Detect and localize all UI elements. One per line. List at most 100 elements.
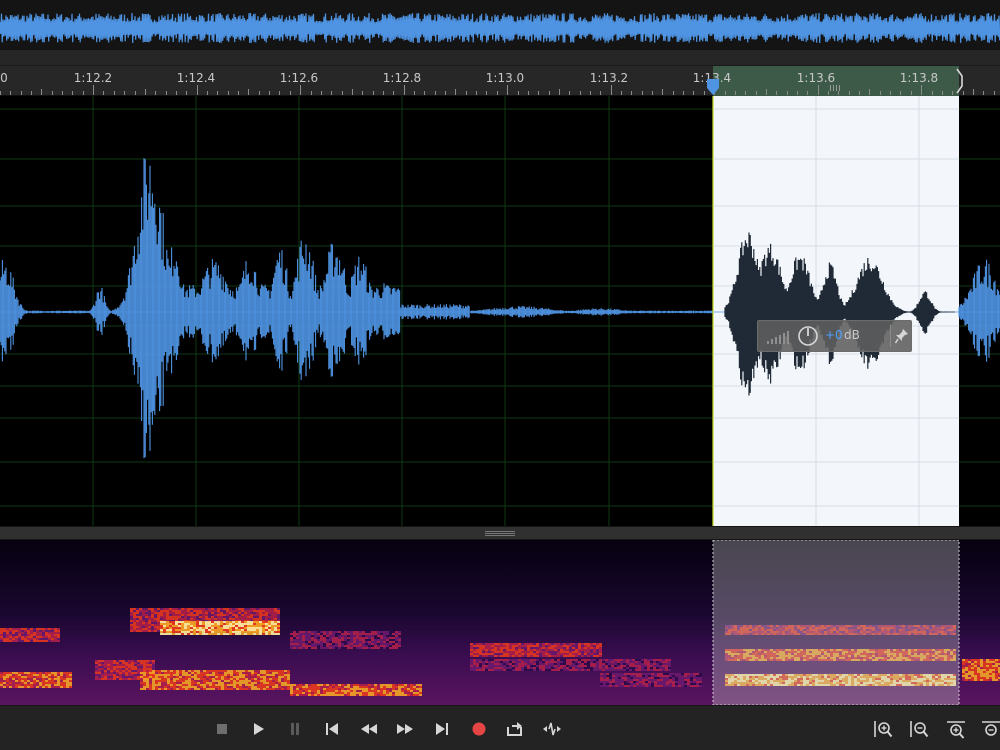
spectrogram-cell [687,681,690,683]
spectrogram-cell [95,660,98,662]
spectrogram-cell [302,643,305,645]
spectrogram-cell [175,621,178,623]
spectrogram-cell [223,616,226,618]
spectrogram-cell [515,647,518,649]
spectrogram-cell [335,686,338,688]
spectrogram-cell [656,665,659,667]
spectrogram-cell [107,672,110,674]
spectrogram-cell [377,645,380,647]
gain-knob-icon[interactable] [797,325,819,347]
spectrogram-cell [169,618,172,620]
spectrogram-cell [554,653,557,655]
spectrogram-cell [314,690,317,692]
spectrogram-cell [181,610,184,612]
spectrogram-cell [341,639,344,641]
spectrogram-cell [626,665,629,667]
spectrogram-cell [238,614,241,616]
spectrogram-cell [650,669,653,671]
spectrogram-cell [137,668,140,670]
spectrogram-cell [494,649,497,651]
spectrogram-cell [485,647,488,649]
spectrogram-cell [199,633,202,635]
ruler-tick [103,91,104,95]
spectrogram-cell [383,684,386,686]
spectrogram-cell [113,678,116,680]
overview-waveform-panel[interactable] [0,0,1000,50]
spectrogram-cell [33,638,36,640]
spectrogram-cell [48,636,51,638]
spectrogram-cell [227,676,230,678]
spectrogram-cell [21,628,24,630]
spectrogram-cell [244,618,247,620]
time-ruler[interactable]: 0 1:12.2 1:12.4 1:12.6 1:12.8 1:13.0 1:13.2 1:1… [0,66,1000,96]
gain-value[interactable]: +0 [825,328,843,342]
spectrogram-cell [143,670,146,672]
spectrogram-cell [590,661,593,663]
spectrogram-cell [617,661,620,663]
pin-icon[interactable] [895,328,909,344]
spectrogram-cell [63,676,66,678]
spectrogram-cell [614,659,617,661]
spectrogram-cell [621,677,624,679]
spectrogram-cell [60,678,63,680]
spectrogram-cell [172,623,175,625]
spectrogram-cell [98,664,101,666]
spectrogram-cell [218,688,221,690]
overview-scrollbar[interactable] [0,50,1000,66]
spectrogram-cell [632,661,635,663]
gain-hud[interactable]: +0 dB [757,320,912,352]
spectrogram-cell [654,679,657,681]
spectrogram-cell [542,643,545,645]
spectrogram-cell [281,686,284,688]
spectrogram-cell [151,616,154,618]
playhead-marker-icon[interactable] [705,78,721,96]
spectrogram-cell [187,633,190,635]
spectrogram-view[interactable] [0,540,1000,705]
spectrogram-cell [542,649,545,651]
spectrogram-cell [281,684,284,686]
spectrogram-cell [545,667,548,669]
spectrogram-cell [24,676,27,678]
spectrogram-cell [359,631,362,633]
spectrogram-cell [110,674,113,676]
spectrogram-cell [554,643,557,645]
spectrogram-cell [233,678,236,680]
spectrogram-cell [557,669,560,671]
spectrogram-cell [259,610,262,612]
spectrogram-cell [398,633,401,635]
spectrogram-cell [211,612,214,614]
waveform-editor[interactable]: +0 dB [0,96,1000,526]
spectrogram-cell [320,647,323,649]
spectrogram-cell [645,681,648,683]
spectrogram-cell [506,655,509,657]
spectrogram-cell [136,624,139,626]
spectrogram-cell [278,680,281,682]
spectrogram-cell [515,653,518,655]
panel-splitter[interactable] [0,526,1000,540]
spectrogram-cell [18,630,21,632]
spectrogram-cell [662,665,665,667]
spectrogram-cell [167,674,170,676]
spectrogram-cell [344,686,347,688]
spectrogram-cell [200,678,203,680]
spectrogram-cell [60,686,63,688]
spectrogram-cell [128,668,131,670]
spectrogram-cell [332,633,335,635]
spectrogram-cell [202,623,205,625]
spectrogram-cell [145,616,148,618]
spectrogram-cell [563,649,566,651]
spectrogram-cell [675,681,678,683]
spectrogram-cell [527,663,530,665]
spectrogram-cell [971,675,974,677]
spectrogram-cell [224,688,227,690]
spectrogram-cell [359,641,362,643]
selection-end-handle-icon[interactable] [956,68,964,94]
overview-waveform[interactable] [0,12,1000,44]
spectrogram-cell [166,623,169,625]
spectrogram-cell [227,674,230,676]
spectrogram-cell [245,682,248,684]
waveform-view[interactable] [0,96,1000,526]
spectrogram-cell [166,631,169,633]
spectrogram-cell [599,659,602,661]
spectral-frequency-display[interactable] [0,540,1000,705]
